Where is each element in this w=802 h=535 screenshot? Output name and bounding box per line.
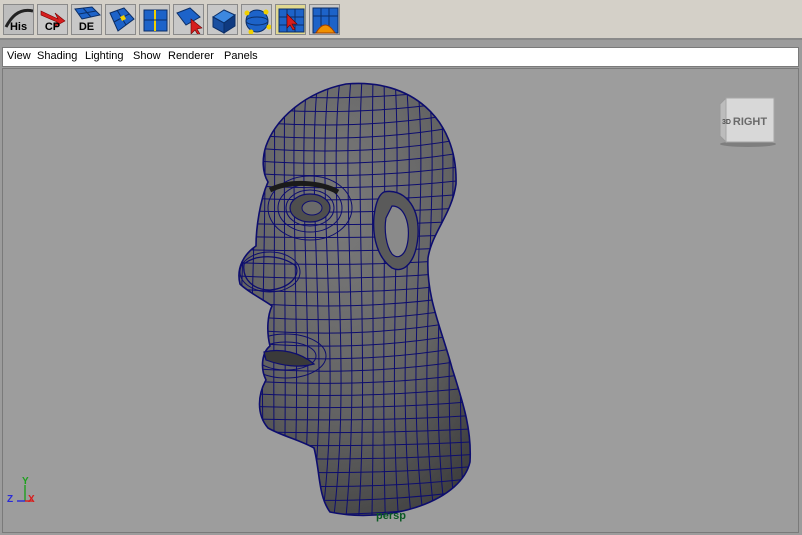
- uv-mesh-icon: [310, 5, 339, 34]
- mesh-cursor-icon: [276, 5, 305, 34]
- shelf-toolbar: His CP DE: [0, 0, 802, 40]
- axis-x-label: X: [28, 494, 35, 505]
- center-pivot-button[interactable]: CP: [37, 4, 68, 35]
- select-tool-button[interactable]: [173, 4, 204, 35]
- menu-lighting[interactable]: Lighting: [85, 50, 124, 62]
- poly-cube-icon: [208, 5, 237, 34]
- split-mesh-icon: [140, 5, 169, 34]
- perspective-viewport[interactable]: [2, 68, 799, 533]
- cube-button[interactable]: [207, 4, 238, 35]
- axis-y-label: Y: [22, 476, 29, 487]
- sphere-vertex-icon: [242, 5, 271, 34]
- history-button-label: His: [9, 21, 28, 33]
- axis-gizmo: Y Z X: [7, 476, 35, 505]
- menu-show[interactable]: Show: [133, 50, 161, 62]
- menu-view[interactable]: View: [7, 50, 31, 62]
- delete-edge-button[interactable]: DE: [71, 4, 102, 35]
- extrude-mesh-icon: [106, 5, 135, 34]
- delete-edge-button-label: DE: [78, 21, 95, 33]
- panel-menu-bar: View Shading Lighting Show Renderer Pane…: [2, 47, 799, 67]
- move-face-button[interactable]: [275, 4, 306, 35]
- menu-shading[interactable]: Shading: [37, 50, 77, 62]
- menu-renderer[interactable]: Renderer: [168, 50, 214, 62]
- center-pivot-button-label: CP: [44, 21, 61, 33]
- viewcube-front-mark: 3D: [722, 119, 731, 126]
- viewcube-label: RIGHT: [733, 116, 768, 128]
- viewcube[interactable]: 3D RIGHT: [718, 96, 776, 148]
- split-button[interactable]: [139, 4, 170, 35]
- history-button[interactable]: His: [3, 4, 34, 35]
- sphere-vertices-button[interactable]: [241, 4, 272, 35]
- extrude-button[interactable]: [105, 4, 136, 35]
- camera-label: persp: [376, 510, 406, 522]
- uv-layout-button[interactable]: [309, 4, 340, 35]
- axis-z-label: Z: [7, 494, 13, 505]
- menu-panels[interactable]: Panels: [224, 50, 258, 62]
- mesh-select-icon: [174, 5, 203, 34]
